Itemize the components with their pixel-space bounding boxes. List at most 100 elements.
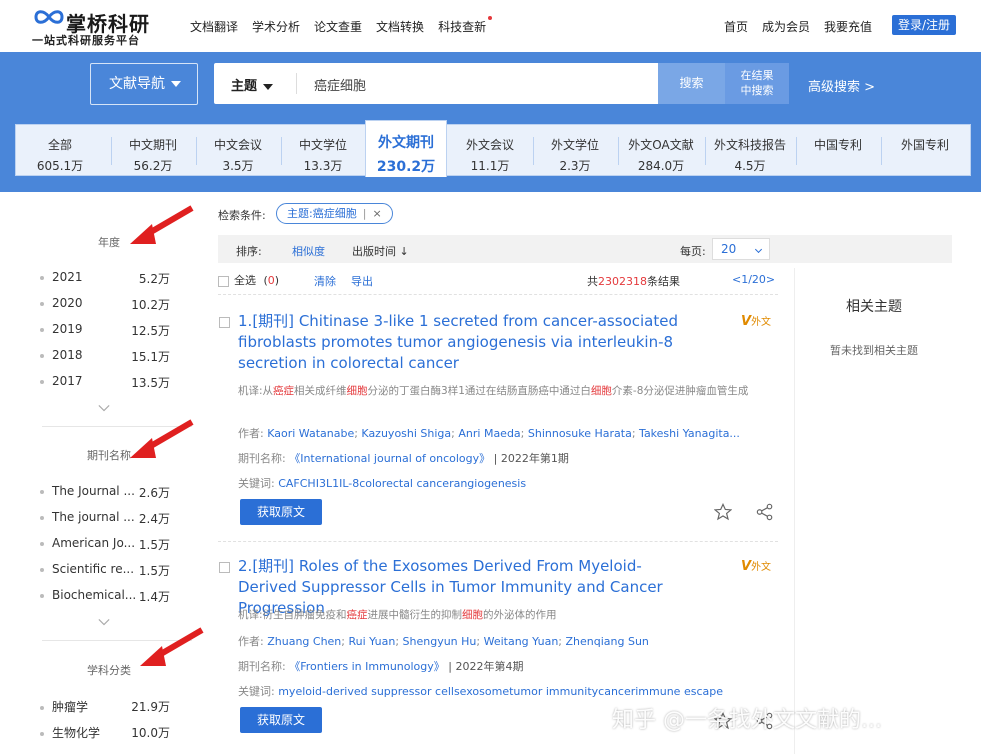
badge-v-icon: V bbox=[741, 559, 752, 574]
tab-count: 3.5万 bbox=[222, 159, 254, 173]
chevron-down-icon[interactable] bbox=[98, 402, 110, 414]
nav-analysis[interactable]: 学术分析 bbox=[252, 18, 300, 35]
condition-tag[interactable]: 主题:癌症细胞 | × bbox=[276, 203, 393, 224]
facet-item-name: 生物化学 bbox=[52, 726, 101, 740]
facet-year-item[interactable]: 2019 12.5万 bbox=[40, 322, 170, 338]
journal-label: 期刊名称: bbox=[238, 660, 286, 673]
tab-foreign-journal[interactable]: 外文期刊 230.2万 bbox=[365, 120, 447, 177]
facet-journal-item[interactable]: The journal ... 2.4万 bbox=[40, 510, 170, 526]
facet-journal-item[interactable]: American Jo... 1.5万 bbox=[40, 536, 170, 552]
tab-foreign-report[interactable]: 外文科技报告 4.5万 bbox=[705, 125, 795, 177]
star-icon[interactable] bbox=[714, 503, 732, 521]
link-member[interactable]: 成为会员 bbox=[762, 18, 810, 35]
author-link[interactable]: Rui Yuan bbox=[348, 635, 395, 648]
facet-year-item[interactable]: 2020 10.2万 bbox=[40, 296, 170, 312]
per-page-label: 每页: bbox=[680, 245, 706, 258]
clear-link[interactable]: 清除 bbox=[314, 273, 336, 289]
facet-journal-item[interactable]: Scientific re... 1.5万 bbox=[40, 562, 170, 578]
journal-issue: | 2022年第4期 bbox=[448, 660, 524, 673]
red-arrow-icon bbox=[130, 205, 194, 244]
search-button[interactable]: 搜索 bbox=[658, 63, 725, 104]
top-bar: 掌桥科研 一站式科研服务平台 文档翻译 学术分析 论文查重 文档转换 科技查新 … bbox=[0, 0, 981, 52]
pagination[interactable]: <1/20> bbox=[732, 273, 775, 286]
result-journal: 期刊名称: 《International journal of oncology… bbox=[238, 450, 778, 466]
link-recharge[interactable]: 我要充值 bbox=[824, 18, 872, 35]
logo[interactable]: 掌桥科研 一站式科研服务平台 bbox=[32, 6, 162, 48]
result-title[interactable]: 1.[期刊] Chitinase 3-like 1 secreted from … bbox=[238, 311, 738, 374]
journal-link[interactable]: 《Frontiers in Immunology》 bbox=[289, 660, 445, 673]
author-link[interactable]: Zhuang Chen bbox=[267, 635, 341, 648]
nav-plagiarism[interactable]: 论文查重 bbox=[314, 18, 362, 35]
author-link[interactable]: Kazuyoshi Shiga bbox=[361, 427, 451, 440]
chevron-down-icon[interactable] bbox=[98, 616, 110, 628]
keywords-link[interactable]: myeloid-derived suppressor cellsexosomet… bbox=[278, 685, 723, 698]
author-link[interactable]: Anri Maeda bbox=[458, 427, 520, 440]
result-journal: 期刊名称: 《Frontiers in Immunology》 | 2022年第… bbox=[238, 658, 778, 674]
per-page-value: 20 bbox=[721, 242, 737, 256]
result-checkbox[interactable] bbox=[219, 562, 230, 573]
tab-cn-patent[interactable]: 中国专利 bbox=[796, 125, 880, 177]
literature-nav-button[interactable]: 文献导航 bbox=[90, 63, 198, 105]
nav-novelty-label: 科技查新 bbox=[438, 20, 487, 34]
select-all[interactable]: 全选 (0) bbox=[218, 272, 279, 288]
facet-journal-item[interactable]: Biochemical... 1.4万 bbox=[40, 588, 170, 604]
trans-part: 进展中髓衍生的抑制 bbox=[367, 609, 463, 621]
tab-foreign-conference[interactable]: 外文会议 11.1万 bbox=[448, 125, 532, 177]
result-checkbox[interactable] bbox=[219, 317, 230, 328]
search-in-results-button[interactable]: 在结果 中搜索 bbox=[725, 63, 789, 104]
badge-text: 外文 bbox=[751, 562, 772, 573]
author-link[interactable]: Takeshi Yanagita... bbox=[639, 427, 740, 440]
tab-cn-degree[interactable]: 中文学位 13.3万 bbox=[281, 125, 365, 177]
bullet-icon bbox=[40, 731, 44, 736]
author-link[interactable]: Shinnosuke Harata bbox=[528, 427, 632, 440]
facet-year-item[interactable]: 2017 13.5万 bbox=[40, 374, 170, 390]
login-button[interactable]: 登录/注册 bbox=[892, 15, 956, 35]
tab-cn-journal[interactable]: 中文期刊 56.2万 bbox=[111, 125, 195, 177]
export-link[interactable]: 导出 bbox=[351, 273, 373, 289]
tab-foreign-degree[interactable]: 外文学位 2.3万 bbox=[533, 125, 617, 177]
facet-subject-item[interactable]: 肿瘤学 21.9万 bbox=[40, 698, 170, 715]
author-link[interactable]: Zhenqiang Sun bbox=[566, 635, 649, 648]
keywords-link[interactable]: CAFCHI3L1IL-8colorectal cancerangiogenes… bbox=[278, 477, 526, 490]
facet-item-count: 2.4万 bbox=[138, 512, 170, 526]
facet-year-item[interactable]: 2021 5.2万 bbox=[40, 270, 170, 286]
facet-item-name: Scientific re... bbox=[52, 562, 135, 576]
bullet-icon bbox=[40, 301, 44, 306]
tab-foreign-oa[interactable]: 外文OA文献 284.0万 bbox=[618, 125, 704, 177]
search-field-select[interactable]: 主题 bbox=[231, 75, 274, 94]
journal-link[interactable]: 《International journal of oncology》 bbox=[289, 452, 490, 465]
share-icon[interactable] bbox=[756, 503, 774, 521]
result-translation: 机译:衍生自肿瘤免疫和癌症进展中髓衍生的抑制细胞的外泌体的作用 bbox=[238, 607, 778, 623]
sort-date[interactable]: 出版时间 ↓ bbox=[352, 243, 409, 259]
get-fulltext-button[interactable]: 获取原文 bbox=[240, 707, 322, 733]
facet-journal-item[interactable]: The Journal ... 2.6万 bbox=[40, 484, 170, 500]
facet-item-count: 15.1万 bbox=[131, 350, 170, 364]
nav-translate[interactable]: 文档翻译 bbox=[190, 18, 238, 35]
condition-tag-sep: | bbox=[362, 207, 367, 220]
tab-foreign-patent[interactable]: 外国专利 bbox=[881, 125, 969, 177]
tab-all[interactable]: 全部 605.1万 bbox=[16, 125, 104, 177]
trans-part: 相关成纤维 bbox=[294, 385, 347, 397]
tab-cn-conference[interactable]: 中文会议 3.5万 bbox=[196, 125, 280, 177]
search-input[interactable]: 癌症细胞 bbox=[314, 75, 366, 94]
nav-convert[interactable]: 文档转换 bbox=[376, 18, 424, 35]
author-link[interactable]: Shengyun Hu bbox=[403, 635, 477, 648]
source-tabs: 全部 605.1万 中文期刊 56.2万 中文会议 3.5万 中文学位 13.3万 外文… bbox=[15, 120, 971, 177]
literature-nav-label: 文献导航 bbox=[109, 76, 165, 92]
trans-highlight: 癌症 bbox=[346, 609, 368, 621]
get-fulltext-button[interactable]: 获取原文 bbox=[240, 499, 322, 525]
tab-label: 中文学位 bbox=[298, 138, 347, 152]
advanced-search-link[interactable]: 高级搜索 > bbox=[808, 76, 875, 95]
sort-label: 排序: bbox=[236, 245, 262, 258]
sort-relevance[interactable]: 相似度 bbox=[292, 243, 325, 259]
nav-novelty[interactable]: 科技查新 bbox=[438, 16, 493, 35]
facet-subject-item[interactable]: 生物化学 10.0万 bbox=[40, 724, 170, 741]
select-all-checkbox[interactable] bbox=[218, 275, 229, 287]
author-link[interactable]: Kaori Watanabe bbox=[267, 427, 354, 440]
per-page-select[interactable]: 20 bbox=[712, 238, 770, 260]
close-icon[interactable]: × bbox=[372, 207, 381, 220]
facet-year-item[interactable]: 2018 15.1万 bbox=[40, 348, 170, 364]
link-home[interactable]: 首页 bbox=[724, 18, 748, 35]
author-link[interactable]: Weitang Yuan bbox=[484, 635, 559, 648]
trans-highlight: 细胞 bbox=[590, 385, 612, 397]
